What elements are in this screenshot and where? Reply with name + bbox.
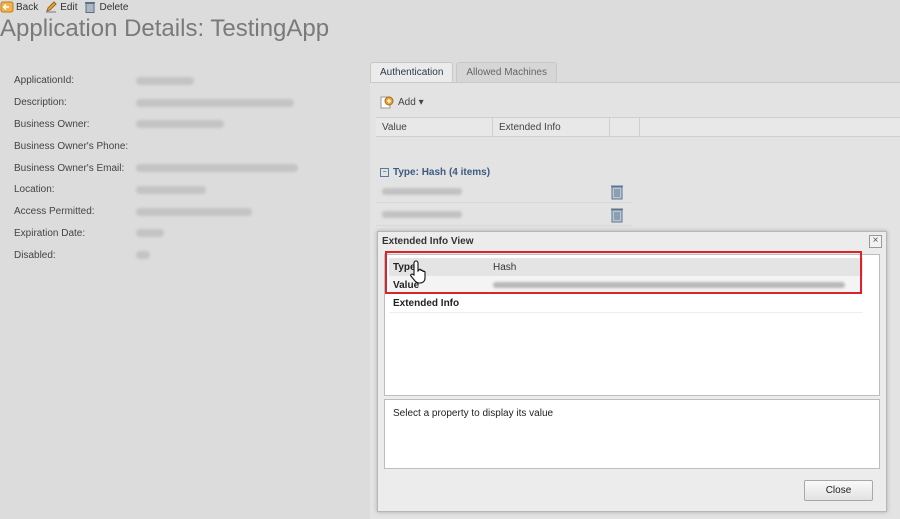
detail-row-owner-email: Business Owner's Email: — [14, 157, 364, 179]
delete-button[interactable]: Delete — [83, 1, 128, 13]
trash-icon — [85, 2, 96, 13]
hand-cursor-icon — [410, 260, 426, 284]
detail-label: Disabled: — [14, 249, 56, 261]
delete-row-icon[interactable] — [610, 184, 624, 200]
close-icon[interactable]: × — [869, 235, 882, 248]
delete-row-icon[interactable] — [610, 207, 624, 223]
detail-value-redacted — [136, 76, 194, 85]
detail-row-business-owner: Business Owner: — [14, 114, 364, 136]
detail-value-redacted — [136, 207, 252, 216]
collapse-icon[interactable]: − — [380, 168, 389, 177]
hash-value-redacted — [382, 211, 462, 218]
annotation-highlight-box — [385, 251, 862, 294]
detail-value-redacted — [136, 164, 298, 173]
table-row[interactable] — [376, 181, 632, 203]
page-title: Application Details: TestingApp — [0, 15, 330, 42]
edit-label: Edit — [60, 1, 78, 13]
table-row[interactable] — [376, 204, 632, 226]
group-label: Type: Hash (4 items) — [393, 167, 491, 178]
group-header[interactable]: − Type: Hash (4 items) — [380, 167, 490, 178]
property-row-extended-info[interactable]: Extended Info — [389, 294, 863, 313]
application-details: ApplicationId: Description: Business Own… — [14, 70, 364, 266]
detail-row-location: Location: — [14, 179, 364, 201]
detail-row-application-id: ApplicationId: — [14, 70, 364, 92]
detail-label: Expiration Date: — [14, 227, 86, 239]
toolbar: Back Edit Delete — [0, 0, 128, 14]
detail-label: Business Owner's Phone: — [14, 140, 129, 152]
edit-button[interactable]: Edit — [44, 1, 77, 13]
detail-row-disabled: Disabled: — [14, 244, 364, 266]
detail-label: Access Permitted: — [14, 206, 95, 218]
tab-allowed-machines[interactable]: Allowed Machines — [456, 62, 557, 82]
add-icon — [380, 96, 394, 109]
column-header-extended-info[interactable]: Extended Info — [493, 118, 610, 136]
back-button[interactable]: Back — [0, 1, 38, 13]
property-description: Select a property to display its value — [384, 399, 880, 469]
detail-label: Description: — [14, 97, 67, 109]
detail-row-owner-phone: Business Owner's Phone: — [14, 135, 364, 157]
close-button[interactable]: Close — [804, 480, 873, 501]
back-label: Back — [16, 1, 39, 13]
dialog-title: Extended Info View — [382, 236, 474, 247]
property-key: Extended Info — [393, 297, 460, 309]
column-header-actions — [610, 118, 640, 136]
add-button[interactable]: Add ▾ — [380, 96, 424, 109]
add-label: Add ▾ — [398, 97, 424, 108]
detail-value-redacted — [136, 98, 294, 107]
column-header-value[interactable]: Value — [376, 118, 493, 136]
detail-value-redacted — [136, 251, 150, 260]
edit-icon — [46, 1, 57, 13]
tab-bar: Authentication Allowed Machines — [370, 62, 557, 82]
delete-label: Delete — [99, 1, 129, 13]
detail-label: Business Owner's Email: — [14, 162, 125, 174]
hash-value-redacted — [382, 188, 462, 195]
tab-authentication[interactable]: Authentication — [370, 62, 454, 82]
description-text: Select a property to display its value — [393, 408, 554, 419]
detail-value-redacted — [136, 120, 224, 129]
back-arrow-icon — [0, 1, 14, 13]
grid-header: Value Extended Info — [376, 117, 900, 137]
detail-row-description: Description: — [14, 92, 364, 114]
detail-value-redacted — [136, 185, 206, 194]
detail-label: Business Owner: — [14, 118, 90, 130]
detail-value-redacted — [136, 229, 164, 238]
detail-row-access-permitted: Access Permitted: — [14, 201, 364, 223]
detail-label: ApplicationId: — [14, 75, 75, 87]
detail-label: Location: — [14, 184, 55, 196]
detail-row-expiration-date: Expiration Date: — [14, 223, 364, 245]
